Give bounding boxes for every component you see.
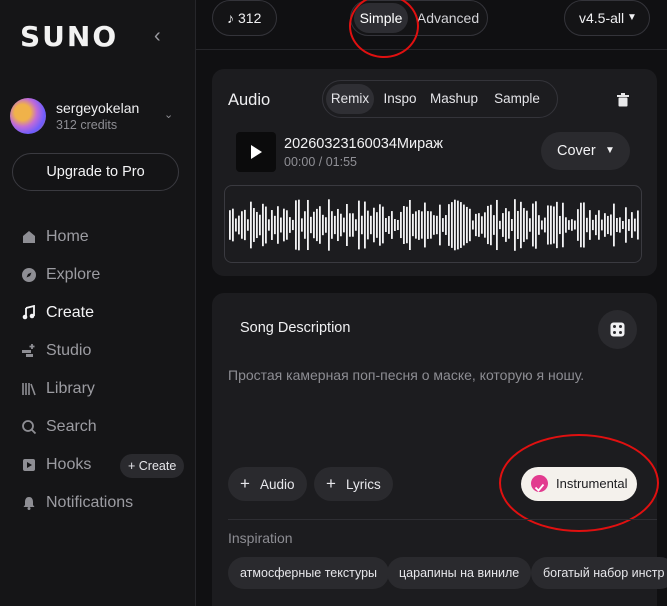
sidebar-item-notifications[interactable]: Notifications — [0, 484, 196, 522]
annotation-circle-simple — [349, 0, 419, 58]
song-description-input[interactable]: Простая камерная поп-песня о маске, кото… — [228, 367, 584, 383]
inspiration-chip[interactable]: атмосферные текстуры — [228, 557, 390, 589]
credits-pill[interactable]: ♪ 312 — [212, 0, 277, 36]
song-description-card: Song Description Простая камерная поп-пе… — [212, 293, 667, 606]
sidebar-item-explore[interactable]: Explore — [0, 256, 196, 294]
home-icon — [20, 228, 38, 246]
audio-title: Audio — [228, 91, 271, 109]
sidebar-item-hooks[interactable]: Hooks + Create — [0, 446, 196, 484]
hooks-icon — [20, 456, 38, 474]
sidebar-item-label: Studio — [46, 342, 92, 359]
chevron-down-icon: ⌄ — [164, 109, 174, 121]
sidebar-item-label: Notifications — [46, 494, 134, 511]
caret-down-icon: ▼ — [605, 145, 615, 156]
suno-logo[interactable]: SUNO — [20, 20, 118, 53]
studio-icon — [20, 342, 38, 360]
music-note-icon: ♪ — [227, 10, 234, 26]
tab-remix[interactable]: Remix — [326, 84, 374, 114]
sidebar-item-label: Explore — [46, 266, 101, 283]
user-name: sergeyokelan — [56, 100, 140, 116]
top-bar: ♪ 312 Simple Advanced v4.5-all ▼ — [196, 0, 667, 58]
trash-icon[interactable] — [616, 93, 630, 107]
song-description-label: Song Description — [240, 320, 351, 336]
compass-icon — [20, 266, 38, 284]
inspiration-label: Inspiration — [228, 530, 293, 546]
add-lyrics-button[interactable]: + Lyrics — [314, 467, 393, 501]
track-name: 20260323160034Мираж — [284, 136, 443, 152]
tab-sample[interactable]: Sample — [486, 84, 548, 114]
cover-label: Cover — [557, 143, 596, 159]
model-value: v4.5-all — [579, 10, 625, 26]
plus-icon: + — [326, 474, 336, 493]
track-thumbnail[interactable] — [236, 132, 276, 172]
sidebar: SUNO ‹ sergeyokelan 312 credits ⌄ Upgrad… — [0, 0, 196, 606]
play-icon — [251, 145, 262, 159]
add-audio-button[interactable]: + Audio — [228, 467, 307, 501]
sidebar-item-label: Home — [46, 228, 89, 245]
waveform-bars — [229, 199, 639, 251]
cover-dropdown[interactable]: Cover ▼ — [541, 132, 630, 170]
audio-card: Audio Remix Inspo Mashup Sample 20260323… — [212, 69, 657, 276]
library-icon — [20, 380, 38, 398]
inspiration-chip[interactable]: богатый набор инстр — [531, 557, 667, 589]
add-audio-label: Audio — [259, 477, 295, 492]
credits-count: 312 — [238, 10, 262, 26]
caret-down-icon: ▼ — [627, 12, 637, 23]
sidebar-item-studio[interactable]: Studio — [0, 332, 196, 370]
avatar — [10, 98, 46, 134]
user-menu[interactable]: sergeyokelan 312 credits ⌄ — [10, 96, 186, 138]
hooks-create-button[interactable]: + Create — [120, 454, 185, 478]
sidebar-nav: Home Explore Create Studio Library Searc… — [0, 218, 196, 522]
tab-inspo[interactable]: Inspo — [378, 84, 422, 114]
sidebar-item-label: Hooks — [46, 456, 92, 473]
sidebar-item-label: Create — [46, 304, 95, 321]
sidebar-item-search[interactable]: Search — [0, 408, 196, 446]
model-select[interactable]: v4.5-all ▼ — [564, 0, 650, 36]
waveform[interactable] — [224, 185, 642, 263]
sidebar-item-create[interactable]: Create — [0, 294, 196, 332]
inspiration-chip[interactable]: царапины на виниле — [387, 557, 532, 589]
suno-app: SUNO ‹ sergeyokelan 312 credits ⌄ Upgrad… — [0, 0, 667, 606]
divider — [228, 519, 657, 520]
music-note-icon — [20, 304, 38, 322]
dice-icon[interactable] — [598, 310, 637, 349]
collapse-sidebar-icon[interactable]: ‹ — [154, 24, 170, 48]
bell-icon — [20, 494, 38, 512]
tab-mashup[interactable]: Mashup — [426, 84, 482, 114]
search-icon — [20, 418, 38, 436]
sidebar-item-home[interactable]: Home — [0, 218, 196, 256]
add-lyrics-label: Lyrics — [345, 477, 381, 492]
mode-advanced-button[interactable]: Advanced — [415, 3, 481, 33]
audio-mode-tabs: Remix Inspo Mashup Sample — [322, 80, 558, 118]
plus-icon: + — [240, 474, 250, 493]
sidebar-item-library[interactable]: Library — [0, 370, 196, 408]
sidebar-item-label: Library — [46, 380, 95, 397]
annotation-circle-instrumental — [499, 434, 659, 532]
upgrade-button[interactable]: Upgrade to Pro — [12, 153, 179, 191]
track-time: 00:00 / 01:55 — [284, 155, 357, 169]
user-credits: 312 credits — [56, 118, 118, 132]
sidebar-item-label: Search — [46, 418, 97, 435]
